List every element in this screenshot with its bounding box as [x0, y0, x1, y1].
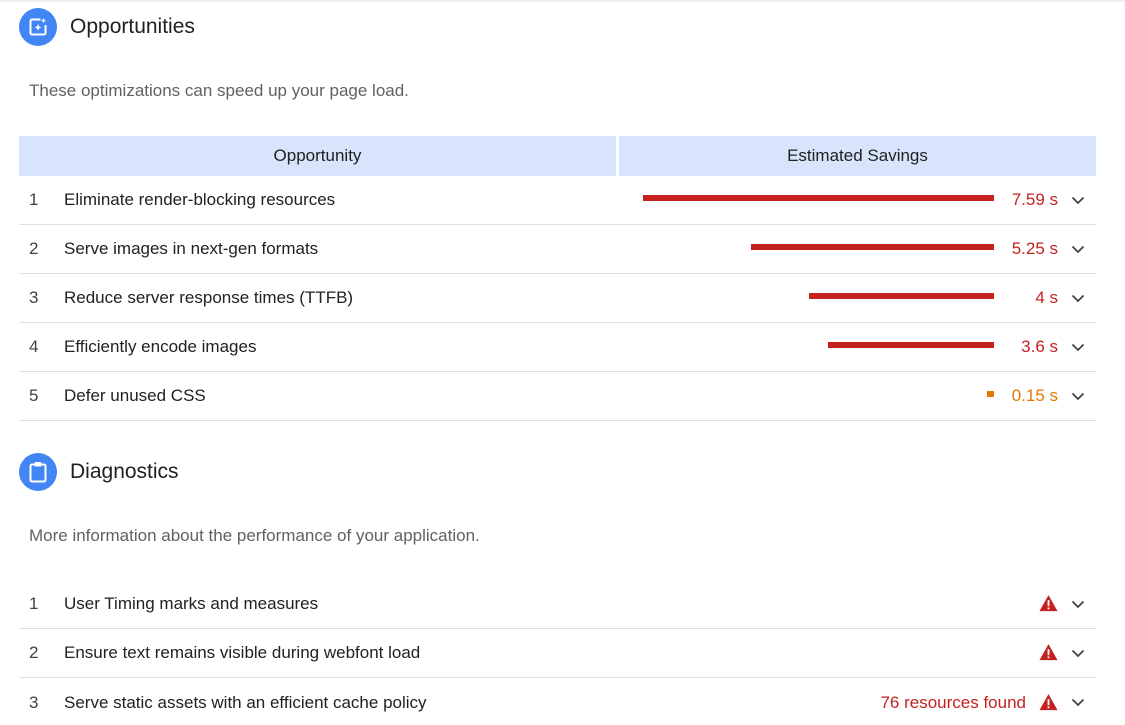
diagnostics-title: Diagnostics — [70, 460, 179, 483]
opportunity-title: Eliminate render-blocking resources — [64, 190, 336, 209]
savings-value: 0.15 s — [1011, 386, 1058, 405]
savings-bar — [828, 342, 994, 348]
diagnostic-display-value: 76 resources found — [880, 692, 1026, 712]
row-number: 3 — [29, 692, 39, 712]
opportunity-row[interactable]: 5 Defer unused CSS 0.15 s — [19, 372, 1096, 421]
row-number: 1 — [29, 594, 39, 613]
savings-value: 4 s — [1035, 288, 1058, 307]
row-number: 4 — [29, 337, 39, 356]
opportunity-row[interactable]: 1 Eliminate render-blocking resources 7.59… — [19, 176, 1096, 225]
chevron-down-icon[interactable] — [1070, 290, 1086, 306]
diagnostics-description: More information about the performance o… — [29, 526, 480, 545]
diagnostic-title: Ensure text remains visible during webfo… — [64, 643, 421, 662]
column-header-estimated-savings: Estimated Savings — [619, 136, 1096, 176]
savings-value: 7.59 s — [1011, 190, 1058, 209]
warning-icon — [1039, 693, 1058, 710]
warning-icon — [1039, 644, 1058, 661]
opportunities-title: Opportunities — [70, 15, 195, 38]
opportunity-title: Defer unused CSS — [64, 386, 206, 405]
opportunities-description: These optimizations can speed up your pa… — [29, 81, 409, 100]
chevron-down-icon[interactable] — [1070, 645, 1086, 661]
diagnostic-row[interactable]: 3 Serve static assets with an efficient c… — [19, 678, 1096, 725]
diagnostic-row[interactable]: 1 User Timing marks and measures — [19, 580, 1096, 629]
column-header-opportunity: Opportunity — [19, 136, 616, 176]
opportunity-title: Reduce server response times (TTFB) — [64, 288, 354, 307]
row-number: 3 — [29, 288, 39, 307]
warning-icon — [1039, 595, 1058, 612]
diagnostics-header: Diagnostics — [19, 453, 179, 491]
opportunities-header: Opportunities — [19, 8, 195, 46]
opportunities-table-header: Opportunity Estimated Savings — [19, 136, 1096, 176]
chevron-down-icon[interactable] — [1070, 596, 1086, 612]
row-number: 1 — [29, 190, 39, 209]
row-number: 5 — [29, 386, 39, 405]
chevron-down-icon[interactable] — [1070, 241, 1086, 257]
row-number: 2 — [29, 239, 39, 258]
diagnostic-title: User Timing marks and measures — [64, 594, 319, 613]
savings-value: 5.25 s — [1011, 239, 1058, 258]
savings-value: 3.6 s — [1021, 337, 1058, 356]
opportunity-row[interactable]: 4 Efficiently encode images 3.6 s — [19, 323, 1096, 372]
savings-bar — [809, 293, 994, 299]
savings-bar — [751, 244, 994, 250]
opportunity-title: Efficiently encode images — [64, 337, 257, 356]
chevron-down-icon[interactable] — [1070, 388, 1086, 404]
top-divider — [0, 0, 1125, 2]
chevron-down-icon[interactable] — [1070, 192, 1086, 208]
opportunity-row[interactable]: 2 Serve images in next-gen formats 5.25 s — [19, 225, 1096, 274]
diagnostic-title: Serve static assets with an efficient ca… — [64, 692, 427, 712]
diagnostic-row[interactable]: 2 Ensure text remains visible during webf… — [19, 629, 1096, 678]
clipboard-icon — [19, 453, 57, 491]
opportunity-icon — [19, 8, 57, 46]
row-number: 2 — [29, 643, 39, 662]
chevron-down-icon[interactable] — [1070, 695, 1086, 711]
savings-bar — [987, 391, 994, 397]
opportunity-row[interactable]: 3 Reduce server response times (TTFB) 4 s — [19, 274, 1096, 323]
opportunity-title: Serve images in next-gen formats — [64, 239, 319, 258]
savings-bar — [643, 195, 994, 201]
chevron-down-icon[interactable] — [1070, 339, 1086, 355]
